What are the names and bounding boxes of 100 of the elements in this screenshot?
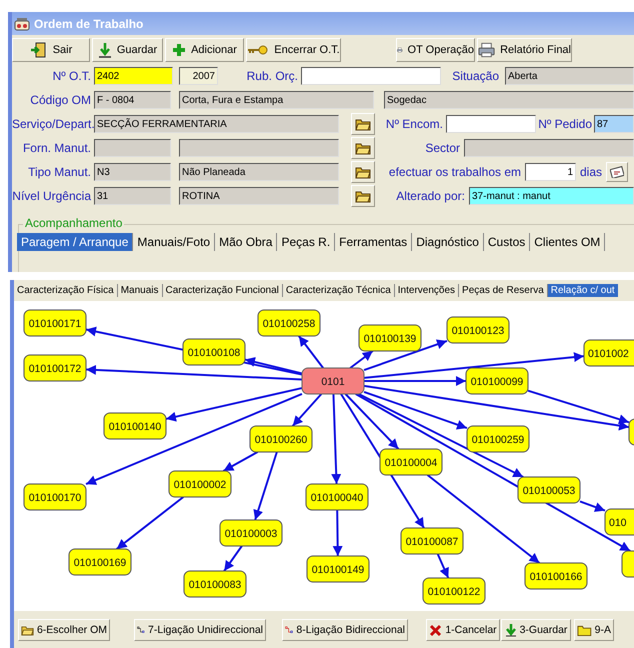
group-title: Acompanhamento (23, 216, 124, 230)
tab[interactable]: Manuais (118, 284, 163, 296)
download-arrow-icon (98, 42, 112, 58)
diagram-node[interactable]: 010100040 (306, 484, 368, 510)
diagram-node[interactable]: 010100004 (380, 448, 442, 476)
folder-icon (355, 190, 371, 202)
exit-door-icon (30, 42, 48, 58)
diagram-node[interactable]: 010100003 (220, 520, 282, 546)
root-node[interactable]: 0101 (302, 368, 364, 394)
budget-field[interactable] (301, 67, 441, 85)
field-label: Tipo Manut. (27, 165, 92, 179)
tab[interactable]: Relação c/ out (548, 284, 618, 296)
diagram-node[interactable]: 010100002 (168, 470, 232, 498)
folder-icon (577, 624, 592, 636)
action-button[interactable]: 8-Ligação Bidireccional (282, 619, 408, 641)
tab[interactable]: Caracterização Funcional (162, 284, 283, 296)
toolbar-button[interactable]: OT Operação (396, 38, 475, 62)
urgency-code-field[interactable]: 31 (94, 187, 171, 205)
tab[interactable]: Custos (484, 233, 530, 251)
folder-icon (355, 166, 371, 178)
toolbar-button[interactable]: Guardar (92, 38, 163, 62)
sector-field[interactable] (464, 139, 634, 157)
browse-button[interactable] (351, 137, 375, 159)
order-number-field[interactable]: 2402 (94, 67, 173, 85)
action-button[interactable]: 9-A (574, 619, 614, 641)
diagram-node[interactable]: 010100123 (446, 316, 510, 344)
type-name-field[interactable]: Não Planeada (179, 163, 339, 181)
diagram-node[interactable]: 010100149 (306, 556, 370, 582)
days-field[interactable]: 1 (525, 163, 576, 181)
client-field[interactable]: Sogedac (384, 91, 634, 109)
department-field[interactable]: SECÇÃO FERRAMENTARIA (94, 115, 339, 133)
tab[interactable]: Clientes OM (530, 233, 606, 251)
tab[interactable]: Caracterização Técnica (282, 284, 395, 296)
printer-icon (478, 42, 496, 58)
toolbar-button[interactable]: Relatório Final (477, 38, 572, 62)
request-field[interactable]: 87 (594, 115, 634, 133)
om-code-field[interactable]: F - 0804 (94, 91, 171, 109)
supplier-code-field[interactable] (94, 139, 171, 157)
diagram-node[interactable]: 010100259 (466, 426, 530, 452)
action-button[interactable]: 1-Cancelar (426, 619, 500, 641)
tab[interactable]: Manuais/Foto (133, 233, 216, 251)
tab[interactable]: Diagnóstico (412, 233, 484, 251)
diagram-node[interactable]: 010100169 (68, 548, 132, 576)
field-label: Situação (451, 69, 500, 83)
diagram-node[interactable] (622, 550, 634, 578)
urgency-name-field[interactable]: ROTINA (179, 187, 339, 205)
action-button[interactable]: 3-Guardar (501, 619, 571, 641)
tab[interactable]: Paragem / Arranque (17, 233, 134, 251)
status-field[interactable]: Aberta (505, 67, 634, 85)
diagram-node[interactable]: 010 (604, 508, 634, 536)
folder-icon (355, 118, 371, 130)
diagram-node[interactable]: 010100099 (466, 368, 528, 394)
browse-button[interactable] (351, 113, 375, 135)
diagram-node[interactable]: 010100122 (422, 578, 486, 604)
field-label: Alterado por: (395, 189, 466, 203)
type-code-field[interactable]: N3 (94, 163, 171, 181)
browse-button[interactable] (351, 161, 375, 183)
order-field[interactable] (446, 115, 536, 133)
field-label: Nº Pedido (537, 117, 593, 131)
diagram-node[interactable]: 010100170 (24, 484, 86, 510)
tab[interactable]: Mão Obra (215, 233, 278, 251)
field-label: efectuar os trabalhos em (388, 165, 522, 179)
diagram-node[interactable]: 010100171 (24, 310, 86, 336)
field-label: Serviço/Depart. (12, 117, 94, 131)
download-arrow-icon (504, 623, 517, 637)
diagram-node[interactable]: 010100139 (358, 324, 422, 352)
action-button[interactable]: 6-Escolher OM (18, 619, 110, 641)
field-label: Rub. Orç. (246, 69, 299, 83)
diagram-node[interactable]: 010100172 (24, 354, 86, 382)
field-label: Forn. Manut. (22, 141, 92, 155)
tab[interactable]: Caracterização Física (14, 284, 118, 296)
om-name-field[interactable]: Corta, Fura e Estampa (179, 91, 374, 109)
browse-button[interactable] (351, 185, 375, 207)
diagram-node[interactable]: 010100166 (524, 562, 588, 590)
supplier-name-field[interactable] (179, 139, 339, 157)
year-field[interactable]: 2007 (179, 67, 218, 85)
diagram-node[interactable]: 010100087 (400, 528, 464, 554)
tab[interactable]: Intervenções (394, 284, 460, 296)
action-button[interactable]: 7-Ligação Unidireccional (134, 619, 266, 641)
tab[interactable]: Peças R. (277, 233, 336, 251)
tab[interactable]: Ferramentas (335, 233, 412, 251)
changed-by-field[interactable]: 37-manut : manut (469, 187, 634, 205)
key-icon (247, 44, 270, 56)
diagram-node[interactable]: 010100083 (184, 570, 246, 598)
calendar-button[interactable] (606, 162, 628, 182)
connector-arrow (223, 545, 243, 572)
diagram-node[interactable]: 010100260 (250, 426, 312, 452)
connector-arrow (116, 496, 184, 550)
diagram-node[interactable]: 010100258 (258, 310, 320, 336)
unit-label: dias (579, 165, 604, 179)
diagram-node[interactable]: 010100053 (518, 476, 580, 504)
toolbar-button[interactable]: Adicionar (165, 38, 244, 62)
diagram-node[interactable] (628, 418, 634, 446)
toolbar-button[interactable]: Encerrar O.T. (246, 38, 341, 62)
diagram-node[interactable]: 010100140 (104, 412, 166, 440)
diagram-node[interactable]: 0101002 (584, 340, 634, 366)
diagram-node[interactable]: 010100108 (182, 338, 246, 366)
toolbar-button[interactable]: Sair (12, 38, 90, 62)
field-label: Nº O.T. (52, 69, 92, 83)
field-label: Nível Urgência (12, 189, 92, 203)
